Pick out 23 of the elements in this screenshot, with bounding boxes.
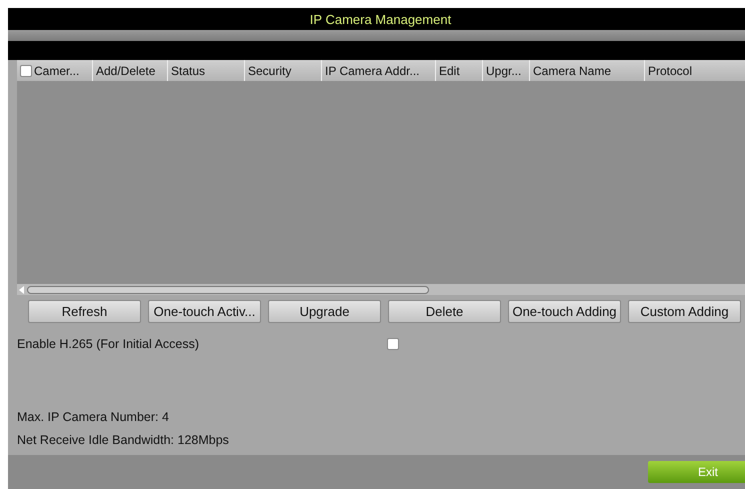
action-button[interactable]: Delete	[388, 300, 501, 323]
column-header[interactable]: Status	[171, 64, 206, 78]
horizontal-scrollbar[interactable]	[17, 284, 745, 295]
window-title: IP Camera Management	[8, 8, 745, 30]
column-header[interactable]: Security	[248, 64, 292, 78]
column-header[interactable]: Protocol	[648, 64, 692, 78]
column-header[interactable]: Camera Name	[533, 64, 612, 78]
column-header[interactable]: Camer...	[34, 64, 80, 78]
action-button[interactable]: Custom Adding	[628, 300, 741, 323]
column-header[interactable]: IP Camera Addr...	[325, 64, 420, 78]
column-header[interactable]: Upgr...	[486, 64, 522, 78]
column-header[interactable]: Add/Delete	[96, 64, 156, 78]
action-button[interactable]: One-touch Activ...	[148, 300, 261, 323]
action-button[interactable]: Upgrade	[268, 300, 381, 323]
select-all-checkbox[interactable]	[20, 64, 32, 76]
h265-label: Enable H.265 (For Initial Access)	[17, 337, 200, 351]
action-button[interactable]: One-touch Adding	[508, 300, 621, 323]
h265-checkbox[interactable]	[387, 338, 399, 350]
action-button[interactable]: Refresh	[28, 300, 141, 323]
info-text: Net Receive Idle Bandwidth: 128Mbps	[17, 433, 230, 447]
left-arrow-icon[interactable]	[19, 286, 25, 294]
column-header[interactable]: Edit	[439, 64, 460, 78]
info-text: Max. IP Camera Number: 4	[17, 410, 170, 424]
